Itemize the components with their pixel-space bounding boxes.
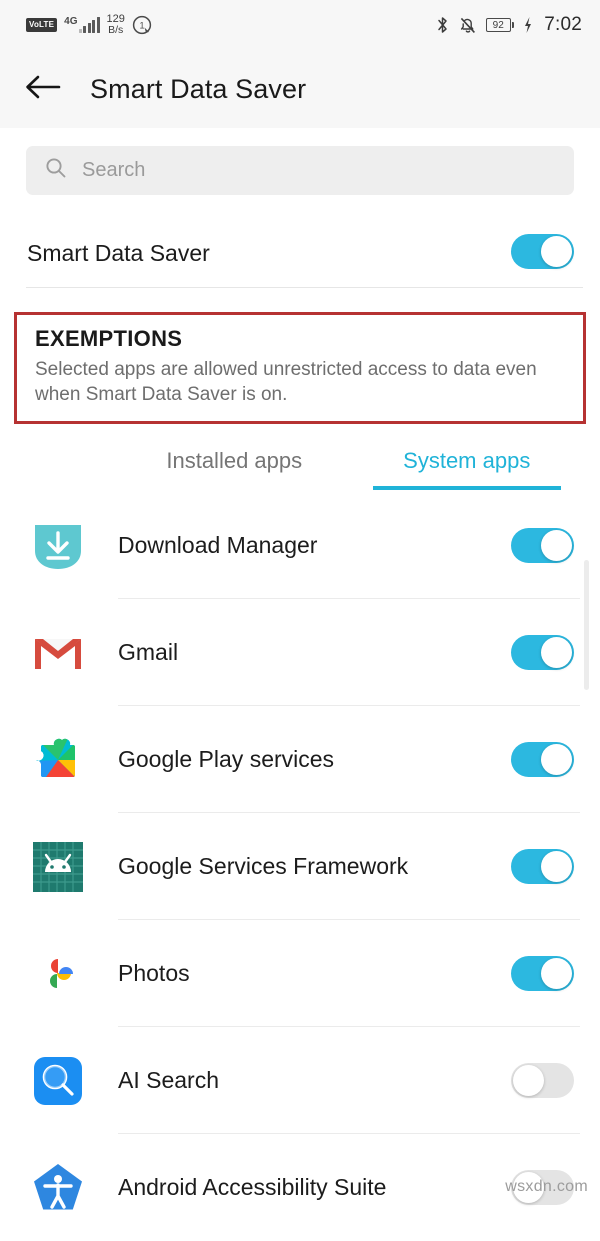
smart-data-saver-label: Smart Data Saver (27, 239, 210, 266)
app-bar: Smart Data Saver (0, 50, 600, 128)
tab-active-indicator (372, 486, 561, 490)
toggle-knob (541, 851, 572, 882)
volte-icon: VoLTE (26, 18, 58, 32)
battery-icon: 92 (485, 18, 515, 32)
system-apps-list: Download Manager Gmail Google Play servi… (0, 492, 600, 1241)
table-row[interactable]: Google Play services (0, 706, 600, 813)
tab-system-apps[interactable]: System apps (351, 440, 584, 490)
tab-system-apps-label: System apps (403, 448, 531, 473)
watermark: wsxdn.com (505, 1178, 588, 1195)
app-toggle[interactable] (511, 635, 574, 670)
status-bar: VoLTE 4G 129 B/s 1 92 7:02 (0, 0, 600, 50)
toggle-knob (541, 958, 572, 989)
status-bar-right: 92 7:02 (435, 14, 582, 36)
battery-cap (511, 22, 515, 28)
bell-muted-icon (459, 15, 477, 35)
data-speed-unit: B/s (108, 24, 124, 36)
app-name: Google Play services (118, 746, 335, 772)
back-arrow-icon (23, 72, 63, 107)
toggle-knob (541, 744, 572, 775)
master-divider (26, 287, 583, 288)
google-services-framework-icon (26, 835, 90, 899)
app-toggle[interactable] (511, 528, 574, 563)
ai-search-icon (26, 1049, 90, 1113)
signal-strength-icon: 4G (64, 16, 100, 33)
toggle-knob (513, 1065, 544, 1096)
table-row[interactable]: Download Manager (0, 492, 600, 599)
app-name: AI Search (118, 1067, 219, 1093)
list-scrollbar[interactable] (584, 560, 589, 690)
back-button[interactable] (12, 58, 74, 120)
app-name: Gmail (118, 639, 179, 665)
status-bar-left: VoLTE 4G 129 B/s 1 (26, 14, 152, 36)
status-bar-clock: 7:02 (544, 14, 582, 35)
table-row[interactable]: AI Search (0, 1027, 600, 1134)
tab-installed-apps[interactable]: Installed apps (118, 440, 351, 490)
data-speed-indicator: 129 B/s (107, 14, 125, 36)
exemptions-title: EXEMPTIONS (35, 326, 183, 351)
svg-text:1: 1 (139, 21, 144, 31)
app-toggle[interactable] (511, 956, 574, 991)
download-manager-icon (26, 514, 90, 578)
smart-data-saver-toggle[interactable] (511, 234, 574, 269)
search-input[interactable]: Search (26, 146, 574, 195)
smart-data-saver-row[interactable]: Smart Data Saver (0, 222, 600, 284)
app-category-tabs: Installed apps System apps (118, 440, 583, 490)
charging-bolt-icon (523, 15, 533, 35)
android-accessibility-suite-icon (26, 1156, 90, 1220)
table-row[interactable]: Google Services Framework (0, 813, 600, 920)
search-placeholder: Search (82, 159, 146, 181)
search-icon (44, 156, 68, 185)
toggle-knob (541, 236, 572, 267)
smart-data-saver-toggle-wrap (511, 234, 574, 269)
table-row[interactable]: Gmail (0, 599, 600, 706)
tab-installed-apps-label: Installed apps (166, 448, 303, 473)
google-play-services-icon (26, 728, 90, 792)
signal-bars-icon (78, 17, 100, 33)
network-generation-label: 4G (64, 16, 78, 27)
app-name: Google Services Framework (118, 853, 409, 879)
data-saver-icon: 1 (132, 15, 152, 35)
exemptions-description: Selected apps are allowed unrestricted a… (35, 359, 537, 405)
gmail-icon (26, 621, 90, 685)
exemptions-section: EXEMPTIONS Selected apps are allowed unr… (14, 312, 586, 424)
page-title: Smart Data Saver (90, 73, 307, 104)
bluetooth-icon (435, 15, 450, 35)
app-name: Photos (118, 960, 190, 986)
app-name: Android Accessibility Suite (118, 1174, 387, 1200)
app-toggle[interactable] (511, 849, 574, 884)
app-toggle[interactable] (511, 1063, 574, 1098)
table-row[interactable]: Photos (0, 920, 600, 1027)
toggle-knob (541, 637, 572, 668)
toggle-knob (541, 530, 572, 561)
app-name: Download Manager (118, 532, 318, 558)
google-photos-icon (26, 942, 90, 1006)
app-toggle[interactable] (511, 742, 574, 777)
battery-level-label: 92 (485, 18, 511, 32)
